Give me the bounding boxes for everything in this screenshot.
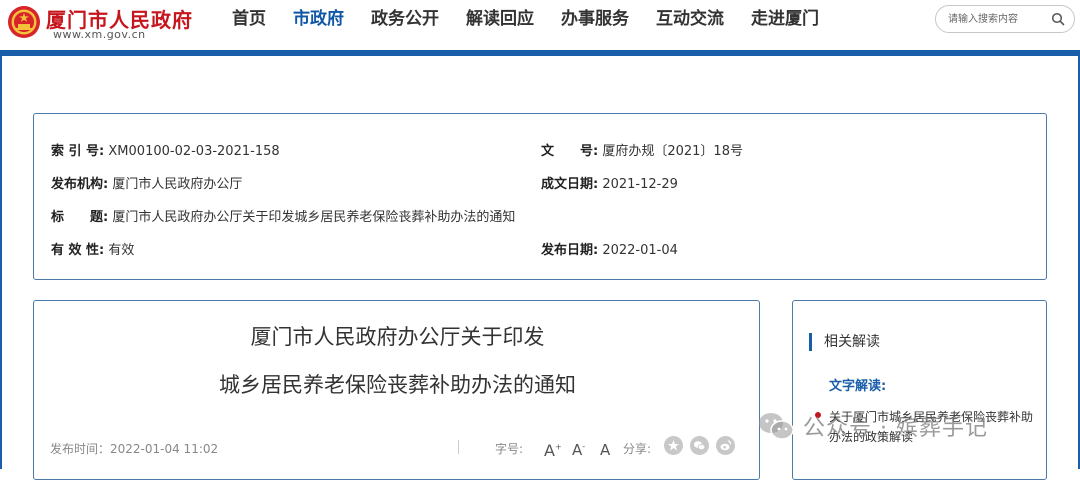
info-written-date: 成文日期: 2021-12-29 <box>541 173 678 192</box>
nav-item-services[interactable]: 办事服务 <box>561 0 629 40</box>
info-value: 有效 <box>108 243 135 258</box>
site-url[interactable]: www.xm.gov.cn <box>53 28 146 41</box>
font-size-small-button[interactable]: A- <box>572 441 585 459</box>
nav-item-interaction[interactable]: 互动交流 <box>656 0 724 40</box>
meta-divider <box>458 440 459 454</box>
wechat-logo-icon <box>759 413 794 440</box>
watermark-text: 公众号 · 殡葬手记 <box>803 416 988 441</box>
weibo-icon[interactable] <box>716 436 735 455</box>
article-title-line-1: 厦门市人民政府办公厅关于印发 <box>250 325 545 349</box>
nav-item-interpretation[interactable]: 解读回应 <box>466 0 534 40</box>
search-icon[interactable] <box>1051 12 1065 26</box>
nav-item-city-government[interactable]: 市政府 <box>293 0 344 40</box>
search-input[interactable] <box>948 11 1048 27</box>
info-publish-date: 发布日期: 2022-01-04 <box>541 239 678 258</box>
nav-item-government-affairs[interactable]: 政务公开 <box>371 0 439 40</box>
font-size-large-glyph: A <box>544 441 555 460</box>
related-interpretation-panel: 相关解读 文字解读: 关于厦门市城乡居民养老保险丧葬补助办法的政策解读 <box>792 300 1047 480</box>
info-label: 发布机构: <box>51 177 109 192</box>
article-title-line-2: 城乡居民养老保险丧葬补助办法的通知 <box>219 373 576 397</box>
wechat-icon[interactable] <box>690 436 709 455</box>
font-size-reset-button[interactable]: A <box>600 441 610 459</box>
info-label: 索 引 号: <box>51 144 105 159</box>
site-header: 厦门市人民政府 www.xm.gov.cn 首页 市政府 政务公开 解读回应 办… <box>0 0 1080 50</box>
info-publisher: 发布机构: 厦门市人民政府办公厅 <box>51 173 242 192</box>
info-label: 发布日期: <box>541 243 599 258</box>
font-size-label: 字号: <box>495 442 524 456</box>
font-size-small-glyph: A <box>572 441 583 459</box>
info-index-no: 索 引 号: XM00100-02-03-2021-158 <box>51 140 280 159</box>
font-size-reset-glyph: A <box>600 441 611 459</box>
info-value: 厦门市人民政府办公厅 <box>112 177 243 192</box>
nav-item-about-xiamen[interactable]: 走进厦门 <box>751 0 819 40</box>
info-value: 2021-12-29 <box>602 177 678 192</box>
wechat-watermark: 公众号 · 殡葬手记 <box>757 408 988 444</box>
article-panel: 厦门市人民政府办公厅关于印发 城乡居民养老保险丧葬补助办法的通知 发布时间：20… <box>33 300 760 480</box>
info-title: 标 题: 厦门市人民政府办公厅关于印发城乡居民养老保险丧葬补助办法的通知 <box>51 206 515 225</box>
plus-icon: + <box>554 442 562 452</box>
info-label: 文 号: <box>541 144 599 159</box>
info-label: 有 效 性: <box>51 243 105 258</box>
document-info-panel: 索 引 号: XM00100-02-03-2021-158 文 号: 厦府办规〔… <box>33 113 1047 280</box>
info-validity: 有 效 性: 有效 <box>51 239 134 258</box>
main-nav: 首页 市政府 政务公开 解读回应 办事服务 互动交流 走进厦门 <box>232 0 846 40</box>
font-size-large-button[interactable]: A+ <box>544 441 562 460</box>
nav-item-home[interactable]: 首页 <box>232 0 266 40</box>
info-label: 成文日期: <box>541 177 599 192</box>
minus-icon: - <box>582 442 586 451</box>
related-title: 相关解读 <box>809 333 880 351</box>
search-box <box>935 5 1075 33</box>
left-frame-line <box>0 56 2 469</box>
header-divider-bar <box>0 50 1080 56</box>
info-label: 标 题: <box>51 210 109 225</box>
info-doc-no: 文 号: 厦府办规〔2021〕18号 <box>541 140 743 159</box>
info-value: 厦府办规〔2021〕18号 <box>602 144 743 159</box>
related-subtitle: 文字解读: <box>829 379 887 394</box>
info-value: XM00100-02-03-2021-158 <box>108 144 280 159</box>
share-label: 分享: <box>623 442 652 456</box>
qq-zone-icon[interactable] <box>664 436 683 455</box>
publish-time: 发布时间：2022-01-04 11:02 <box>50 442 219 456</box>
info-value: 2022-01-04 <box>602 243 678 258</box>
info-value: 厦门市人民政府办公厅关于印发城乡居民养老保险丧葬补助办法的通知 <box>112 210 516 225</box>
national-emblem-icon[interactable] <box>6 3 42 41</box>
